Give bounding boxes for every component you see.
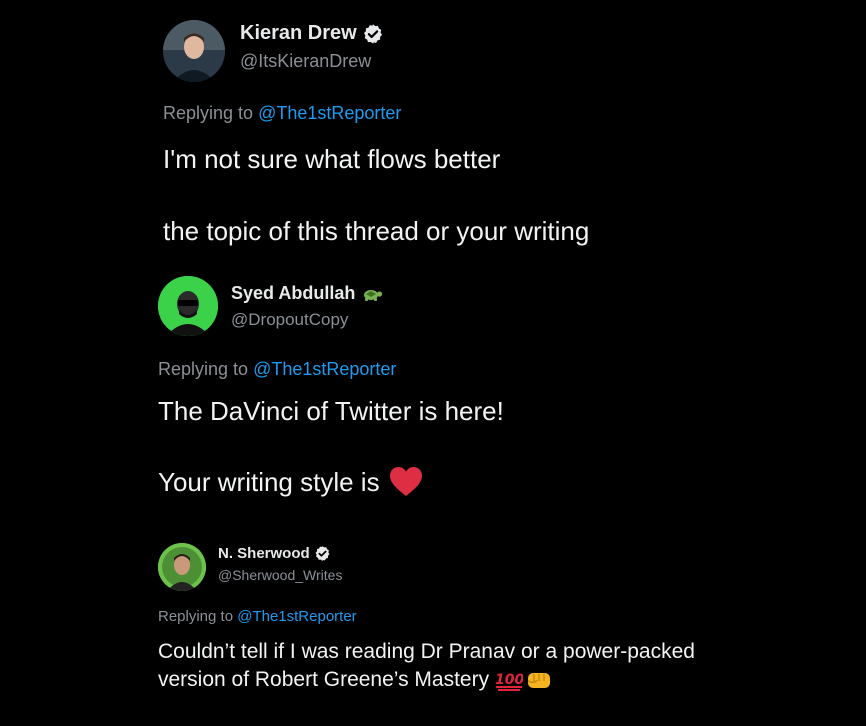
- mention-link[interactable]: @The1stReporter: [237, 608, 356, 625]
- avatar[interactable]: [158, 543, 206, 591]
- verified-badge-icon: [363, 23, 382, 44]
- person-avatar-icon: [158, 276, 218, 336]
- tweet-text: version of Robert Greene’s Mastery: [158, 668, 490, 691]
- red-heart-emoji-icon: [389, 467, 422, 496]
- tweet-text-line: The DaVinci of Twitter is here!: [158, 396, 504, 426]
- replying-to: Replying to @The1stReporter: [163, 103, 401, 124]
- replying-to-label: Replying to: [158, 359, 254, 379]
- author-handle[interactable]: @Sherwood_Writes: [218, 567, 342, 583]
- author-name-line[interactable]: N. Sherwood: [218, 545, 331, 562]
- avatar[interactable]: [158, 276, 218, 336]
- person-avatar-icon: [163, 20, 225, 82]
- tweet-text-line: version of Robert Greene’s Mastery 100: [158, 668, 553, 692]
- tweet-text-line: the topic of this thread or your writing: [163, 216, 590, 246]
- hundred-points-emoji-icon: 100: [495, 672, 523, 691]
- avatar[interactable]: [163, 20, 225, 82]
- replying-to-label: Replying to: [158, 608, 238, 625]
- author-name[interactable]: N. Sherwood: [218, 545, 310, 562]
- tweet-text-line: I'm not sure what flows better: [163, 144, 501, 174]
- author-name[interactable]: Kieran Drew: [240, 22, 357, 45]
- tweet-text-line: Your writing style is: [158, 466, 423, 498]
- tweet-text-line: Couldn’t tell if I was reading Dr Pranav…: [158, 640, 695, 663]
- author-handle[interactable]: @DropoutCopy: [231, 310, 348, 330]
- replying-to: Replying to @The1stReporter: [158, 608, 357, 625]
- tweet-text: Your writing style is: [158, 466, 380, 497]
- person-avatar-icon: [158, 543, 206, 591]
- mention-link[interactable]: @The1stReporter: [253, 359, 396, 379]
- replying-to-label: Replying to: [163, 103, 259, 123]
- author-handle[interactable]: @ItsKieranDrew: [240, 51, 371, 72]
- turtle-emoji-icon: [364, 289, 383, 301]
- author-name-line[interactable]: Kieran Drew: [240, 22, 384, 45]
- author-name-line[interactable]: Syed Abdullah: [231, 283, 383, 304]
- svg-text:100: 100: [495, 672, 523, 688]
- fist-emoji-icon: [527, 673, 551, 688]
- verified-badge-icon: [315, 546, 330, 561]
- author-name[interactable]: Syed Abdullah: [231, 283, 355, 304]
- replying-to: Replying to @The1stReporter: [158, 359, 396, 380]
- mention-link[interactable]: @The1stReporter: [258, 103, 401, 123]
